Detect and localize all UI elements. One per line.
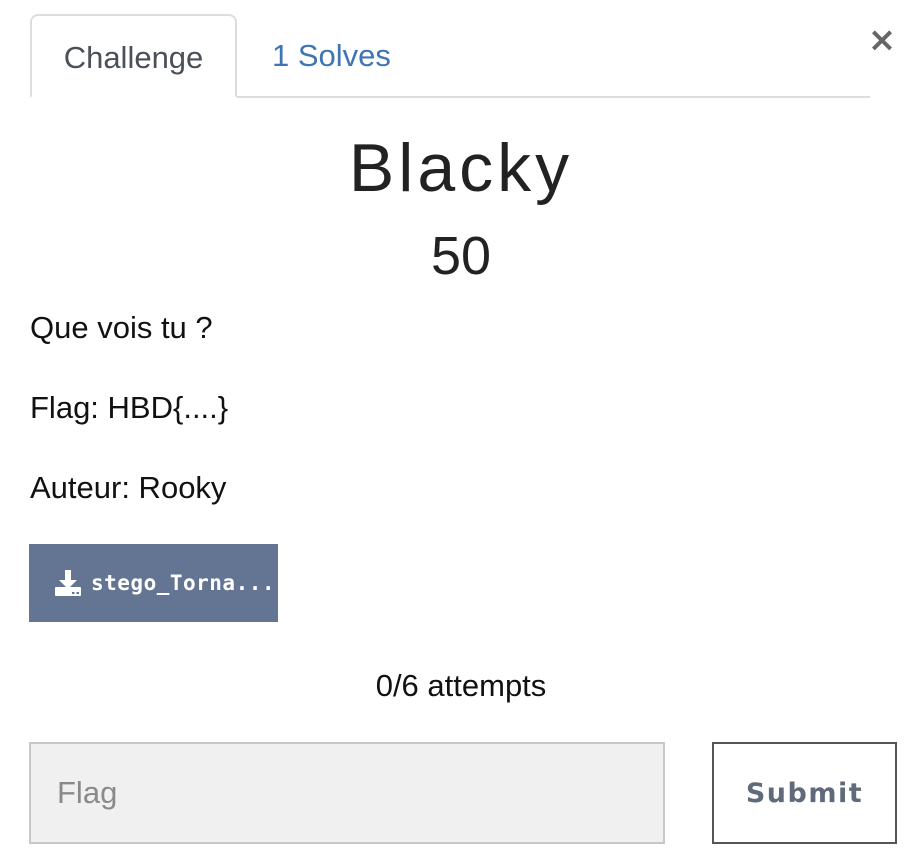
file-download-button[interactable]: stego_Torna...	[29, 544, 278, 622]
flag-input[interactable]	[29, 742, 665, 844]
submit-button[interactable]: Submit	[712, 742, 897, 844]
challenge-points: 50	[430, 226, 492, 286]
description-line: Flag: HBD{....}	[30, 390, 229, 425]
download-icon	[55, 570, 81, 596]
challenge-title: Blacky	[348, 130, 574, 206]
tab-challenge[interactable]: Challenge	[30, 14, 237, 98]
tab-solves[interactable]: 1 Solves	[272, 14, 391, 98]
tab-bar: Challenge 1 Solves	[30, 14, 870, 98]
description-line: Auteur: Rooky	[30, 470, 227, 505]
file-name-label: stego_Torna...	[91, 571, 276, 595]
description-line: Que vois tu ?	[30, 310, 213, 345]
close-icon[interactable]: ×	[866, 20, 898, 60]
attempts-counter: 0/6 attempts	[375, 668, 547, 703]
